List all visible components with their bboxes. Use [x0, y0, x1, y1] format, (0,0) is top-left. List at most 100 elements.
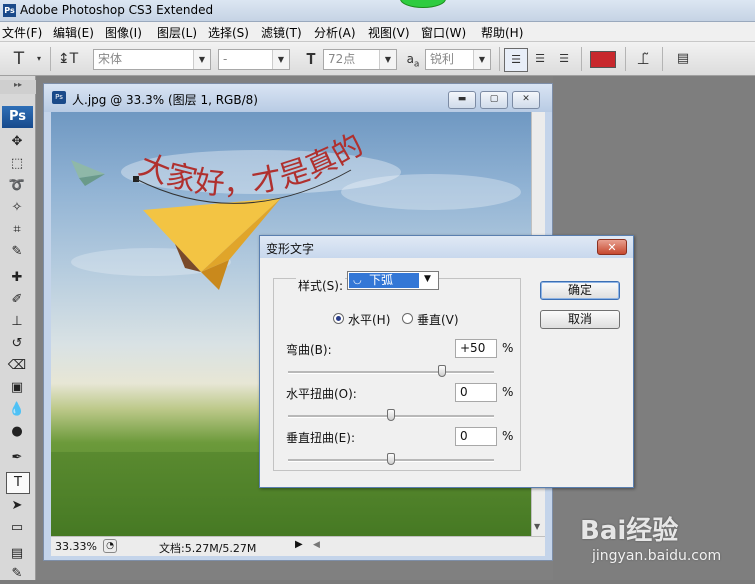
app-title: Adobe Photoshop CS3 Extended [20, 3, 214, 17]
options-bar: T ▾ ↨T 宋体 ▼ - ▼ 𝐓 72点 ▼ aa 锐利 ▼ ☰ ☰ ☰ ⊥̃ ▤ [0, 42, 755, 76]
font-size-value: 72点 [328, 52, 356, 66]
menu-filter[interactable]: 滤镜(T) [261, 24, 302, 41]
bend-slider[interactable] [288, 371, 494, 374]
bend-input[interactable]: +50 [455, 339, 497, 358]
anti-alias-value: 锐利 [430, 52, 455, 66]
font-family-select[interactable]: 宋体 ▼ [93, 49, 211, 70]
lasso-tool-icon[interactable]: ➰ [6, 176, 28, 196]
menu-layer[interactable]: 图层(L) [157, 24, 197, 41]
scroll-down-icon[interactable]: ▼ [534, 522, 540, 531]
horizontal-distortion-thumb[interactable] [387, 409, 395, 421]
bend-percent: % [502, 341, 514, 355]
eraser-tool-icon[interactable]: ⌫ [6, 356, 28, 376]
notes-tool-icon[interactable]: ▤ [6, 544, 28, 564]
marquee-tool-icon[interactable]: ⬚ [6, 154, 28, 174]
slice-tool-icon[interactable]: ✎ [6, 242, 28, 262]
zoom-level[interactable]: 33.33% [55, 540, 97, 553]
vertical-distortion-percent: % [502, 429, 514, 443]
font-style-value: - [223, 52, 228, 66]
character-panel-icon[interactable]: ▤ [672, 48, 694, 70]
eyedropper-tool-icon[interactable]: ✎ [6, 564, 28, 584]
status-menu-arrow-icon[interactable]: ▶ [295, 539, 303, 550]
maximize-button[interactable]: ▢ [480, 91, 508, 109]
history-brush-tool-icon[interactable]: ↺ [6, 334, 28, 354]
menu-bar: 文件(F) 编辑(E) 图像(I) 图层(L) 选择(S) 滤镜(T) 分析(A… [0, 22, 755, 42]
bend-label: 弯曲(B): [286, 343, 332, 357]
style-value: 下弧 [369, 273, 394, 287]
style-select[interactable]: ◡ 下弧 ▼ [347, 271, 439, 290]
chevron-down-icon: ▼ [473, 50, 490, 69]
anti-alias-select[interactable]: 锐利 ▼ [425, 49, 491, 70]
blur-tool-icon[interactable]: 💧 [6, 400, 28, 420]
toggle-text-orientation-icon[interactable]: ↨T [57, 48, 79, 70]
menu-file[interactable]: 文件(F) [2, 24, 42, 41]
baidu-watermark-logo: Bai经验 [580, 516, 679, 546]
bend-slider-thumb[interactable] [438, 365, 446, 377]
dodge-tool-icon[interactable]: ● [6, 422, 28, 442]
brush-tool-icon[interactable]: ✐ [6, 290, 28, 310]
green-circle-icon [400, 0, 446, 8]
crop-tool-icon[interactable]: ⌗ [6, 220, 28, 240]
menu-image[interactable]: 图像(I) [105, 24, 142, 41]
vertical-distortion-thumb[interactable] [387, 453, 395, 465]
text-color-swatch[interactable] [590, 51, 616, 68]
dialog-title-bar[interactable]: 变形文字 ✕ [260, 236, 633, 258]
vertical-radio[interactable] [402, 313, 413, 324]
scroll-left-icon[interactable]: ◀ [313, 540, 320, 550]
menu-select[interactable]: 选择(S) [208, 24, 249, 41]
close-button[interactable]: ✕ [512, 91, 540, 109]
separator [581, 47, 582, 71]
align-right-icon[interactable]: ☰ [553, 48, 575, 70]
move-tool-icon[interactable]: ✥ [6, 132, 28, 152]
menu-help[interactable]: 帮助(H) [481, 24, 523, 41]
toolbox: ▸▸ Ps ✥ ⬚ ➰ ✧ ⌗ ✎ ✚ ✐ ⊥ ↺ ⌫ ▣ 💧 ● ✒ T ➤ … [0, 76, 36, 581]
style-label: 样式(S): [296, 277, 346, 294]
clone-stamp-tool-icon[interactable]: ⊥ [6, 312, 28, 332]
ok-button[interactable]: 确定 [540, 281, 620, 300]
shape-tool-icon[interactable]: ▭ [6, 518, 28, 538]
align-center-icon[interactable]: ☰ [529, 48, 551, 70]
dialog-close-button[interactable]: ✕ [597, 239, 627, 255]
anti-alias-icon-label: a [406, 52, 414, 66]
status-info-icon[interactable]: ◔ [103, 539, 117, 553]
font-size-select[interactable]: 72点 ▼ [323, 49, 397, 70]
horizontal-radio[interactable] [333, 313, 344, 324]
chevron-down-icon[interactable]: ▾ [28, 48, 50, 70]
chevron-down-icon: ▼ [193, 50, 210, 69]
warp-text-dialog: 变形文字 ✕ 样式(S): ◡ 下弧 ▼ 水平(H) 垂直(V) 弯曲(B): … [259, 235, 634, 488]
menu-view[interactable]: 视图(V) [368, 24, 410, 41]
type-tool-preset-icon[interactable]: T [8, 48, 30, 70]
document-icon: Ps [52, 91, 66, 104]
menu-analysis[interactable]: 分析(A) [314, 24, 356, 41]
align-left-icon[interactable]: ☰ [504, 48, 528, 72]
chevron-down-icon: ▼ [379, 50, 396, 69]
cancel-button[interactable]: 取消 [540, 310, 620, 329]
magic-wand-tool-icon[interactable]: ✧ [6, 198, 28, 218]
font-size-icon: 𝐓 [306, 50, 316, 68]
gradient-tool-icon[interactable]: ▣ [6, 378, 28, 398]
vertical-label: 垂直(V) [417, 313, 459, 327]
healing-brush-tool-icon[interactable]: ✚ [6, 268, 28, 288]
font-style-select[interactable]: - ▼ [218, 49, 290, 70]
menu-window[interactable]: 窗口(W) [421, 24, 466, 41]
minimize-button[interactable]: ▬ [448, 91, 476, 109]
anti-alias-icon: aa [406, 52, 420, 70]
document-title: 人.jpg @ 33.3% (图层 1, RGB/8) [72, 93, 258, 107]
warp-text-icon[interactable]: ⊥̃ [632, 48, 654, 70]
pen-tool-icon[interactable]: ✒ [6, 448, 28, 468]
separator [625, 47, 626, 71]
small-paper-plane-icon [71, 160, 105, 186]
font-family-value: 宋体 [98, 52, 123, 66]
horizontal-label: 水平(H) [348, 313, 391, 327]
menu-edit[interactable]: 编辑(E) [53, 24, 94, 41]
app-title-bar: Ps Adobe Photoshop CS3 Extended [0, 0, 755, 22]
horizontal-distortion-input[interactable]: 0 [455, 383, 497, 402]
separator [662, 47, 663, 71]
app-icon: Ps [3, 4, 16, 17]
document-title-bar[interactable]: Ps 人.jpg @ 33.3% (图层 1, RGB/8) ▬ ▢ ✕ [44, 84, 552, 112]
type-tool-icon[interactable]: T [6, 472, 30, 494]
path-selection-tool-icon[interactable]: ➤ [6, 496, 28, 516]
vertical-distortion-input[interactable]: 0 [455, 427, 497, 446]
toolbox-grip[interactable]: ▸▸ [0, 80, 36, 94]
baidu-watermark-url: jingyan.baidu.com [592, 548, 722, 564]
